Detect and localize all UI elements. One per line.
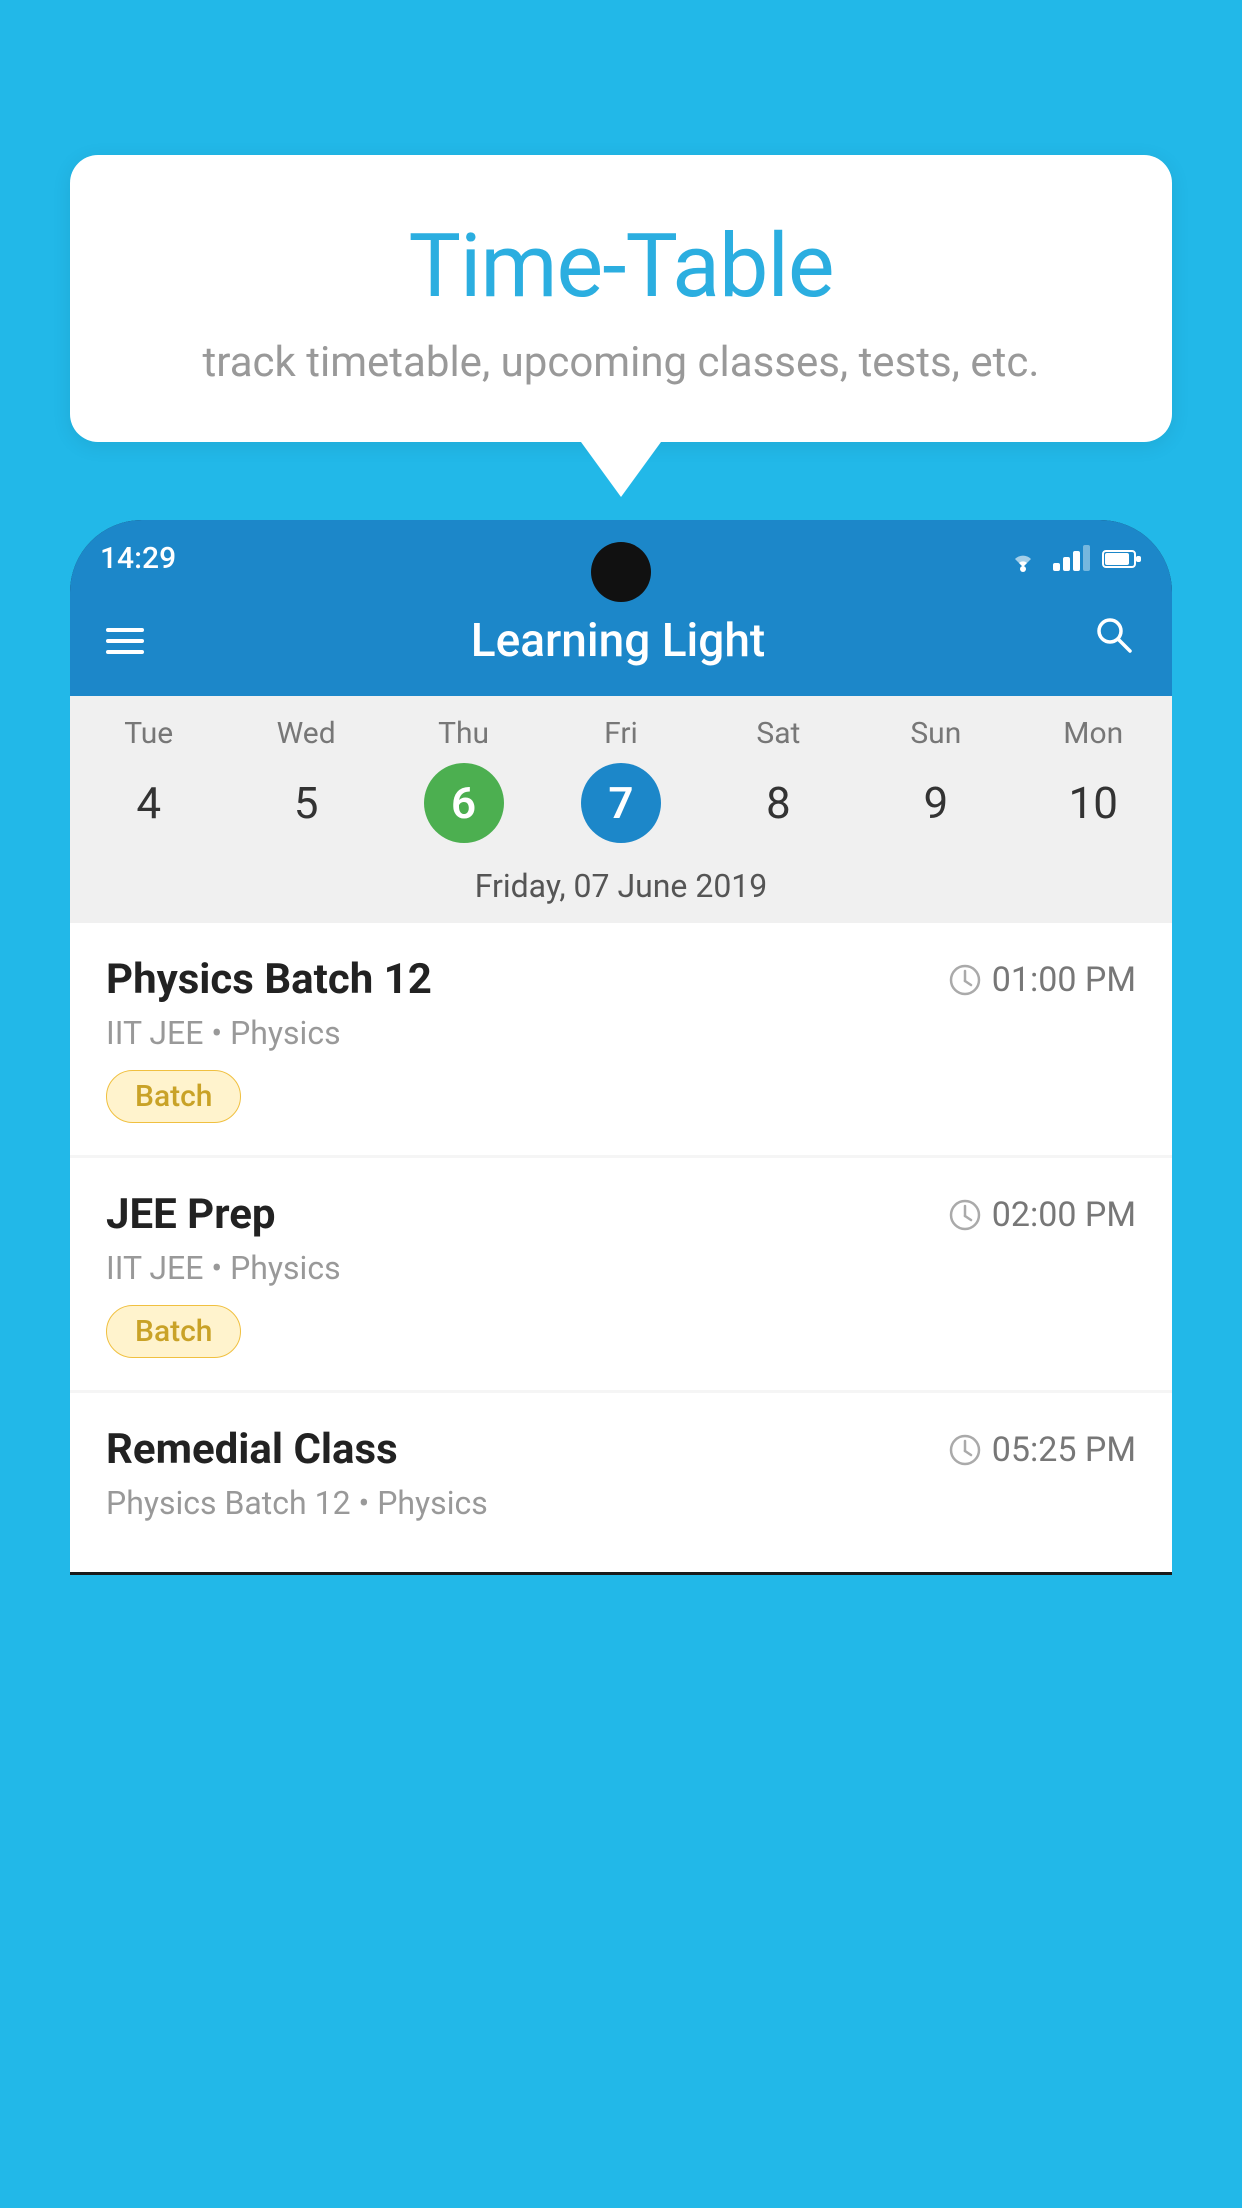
- wifi-icon: [1005, 545, 1041, 573]
- calendar-strip: Tue 4 Wed 5 Thu 6 Fri 7 Sat 8 Sun 9 Mon 10 Friday, 07…: [70, 696, 1172, 923]
- phone-frame: 14:29: [70, 520, 1172, 1575]
- hamburger-line-3: [106, 650, 144, 654]
- item-time: 01:00 PM: [948, 960, 1136, 1000]
- day-name: Mon: [1063, 716, 1123, 751]
- hamburger-line-2: [106, 639, 144, 643]
- menu-button[interactable]: [106, 628, 144, 654]
- day-number: 6: [424, 763, 504, 843]
- day-name: Fri: [604, 716, 638, 751]
- item-header: Physics Batch 12 01:00 PM: [106, 955, 1136, 1004]
- day-name: Thu: [438, 716, 489, 751]
- item-title: Remedial Class: [106, 1425, 398, 1474]
- search-button[interactable]: [1092, 613, 1136, 668]
- clock-icon: [948, 1198, 982, 1232]
- item-time: 05:25 PM: [948, 1430, 1136, 1470]
- day-name: Tue: [124, 716, 173, 751]
- day-number: 4: [109, 763, 189, 843]
- selected-date-label: Friday, 07 June 2019: [70, 853, 1172, 923]
- calendar-day[interactable]: Sat 8: [700, 716, 857, 843]
- camera-notch: [591, 542, 651, 602]
- speech-bubble-container: Time-Table track timetable, upcoming cla…: [70, 155, 1172, 497]
- day-number: 5: [266, 763, 346, 843]
- status-icons: [1005, 545, 1142, 573]
- clock-icon: [948, 963, 982, 997]
- item-subtitle: IIT JEE • Physics: [106, 1014, 1136, 1052]
- day-number: 8: [738, 763, 818, 843]
- item-subtitle: IIT JEE • Physics: [106, 1249, 1136, 1287]
- calendar-day[interactable]: Wed 5: [227, 716, 384, 843]
- day-number: 10: [1053, 763, 1133, 843]
- schedule-item[interactable]: Remedial Class 05:25 PM Physics Batch 12 •…: [70, 1393, 1172, 1572]
- bubble-title: Time-Table: [120, 215, 1122, 318]
- signal-icon: [1053, 547, 1090, 571]
- calendar-day[interactable]: Mon 10: [1015, 716, 1172, 843]
- day-number: 7: [581, 763, 661, 843]
- status-time: 14:29: [100, 541, 176, 576]
- clock-icon: [948, 1433, 982, 1467]
- batch-badge: Batch: [106, 1305, 241, 1358]
- app-bar-title: Learning Light: [144, 614, 1092, 668]
- day-name: Wed: [277, 716, 336, 751]
- item-header: Remedial Class 05:25 PM: [106, 1425, 1136, 1474]
- speech-bubble: Time-Table track timetable, upcoming cla…: [70, 155, 1172, 442]
- calendar-day[interactable]: Tue 4: [70, 716, 227, 843]
- days-row: Tue 4 Wed 5 Thu 6 Fri 7 Sat 8 Sun 9 Mon 10: [70, 696, 1172, 853]
- calendar-day[interactable]: Fri 7: [542, 716, 699, 843]
- battery-icon: [1102, 547, 1142, 571]
- item-time: 02:00 PM: [948, 1195, 1136, 1235]
- bubble-subtitle: track timetable, upcoming classes, tests…: [120, 338, 1122, 387]
- day-number: 9: [896, 763, 976, 843]
- bubble-arrow: [581, 442, 661, 497]
- item-subtitle: Physics Batch 12 • Physics: [106, 1484, 1136, 1522]
- day-name: Sun: [910, 716, 961, 751]
- schedule-list: Physics Batch 12 01:00 PM IIT JEE • Physic…: [70, 923, 1172, 1572]
- schedule-item[interactable]: Physics Batch 12 01:00 PM IIT JEE • Physic…: [70, 923, 1172, 1155]
- day-name: Sat: [756, 716, 800, 751]
- hamburger-line-1: [106, 628, 144, 632]
- item-header: JEE Prep 02:00 PM: [106, 1190, 1136, 1239]
- schedule-item[interactable]: JEE Prep 02:00 PM IIT JEE • Physics Batch: [70, 1158, 1172, 1390]
- phone-wrapper: 14:29: [70, 520, 1172, 2208]
- item-title: JEE Prep: [106, 1190, 276, 1239]
- calendar-day[interactable]: Thu 6: [385, 716, 542, 843]
- calendar-day[interactable]: Sun 9: [857, 716, 1014, 843]
- batch-badge: Batch: [106, 1070, 241, 1123]
- status-bar: 14:29: [70, 520, 1172, 585]
- item-title: Physics Batch 12: [106, 955, 432, 1004]
